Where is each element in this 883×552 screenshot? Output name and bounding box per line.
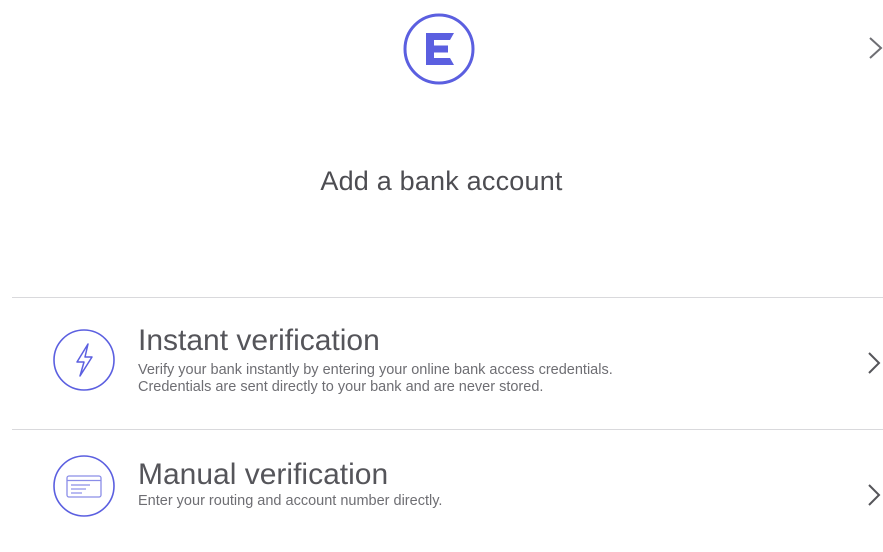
close-chevron-icon[interactable] — [866, 34, 883, 62]
chevron-right-icon — [868, 484, 881, 506]
instant-verification-description-line1: Verify your bank instantly by entering y… — [138, 362, 613, 378]
lightning-bolt-icon — [53, 329, 115, 391]
manual-verification-option[interactable]: Manual verification Enter your routing a… — [12, 430, 883, 552]
instant-verification-title: Instant verification — [138, 324, 380, 357]
manual-verification-description: Enter your routing and account number di… — [138, 493, 443, 509]
chevron-right-icon — [868, 352, 881, 374]
e-brand-logo-icon — [403, 13, 475, 85]
instant-verification-option[interactable]: Instant verification Verify your bank in… — [12, 298, 883, 428]
page-title: Add a bank account — [320, 166, 563, 196]
add-bank-account-page: Add a bank account Instant verification … — [0, 0, 883, 552]
manual-verification-title: Manual verification — [138, 458, 389, 491]
document-form-icon — [53, 455, 115, 517]
instant-verification-description-line2: Credentials are sent directly to your ba… — [138, 379, 544, 395]
